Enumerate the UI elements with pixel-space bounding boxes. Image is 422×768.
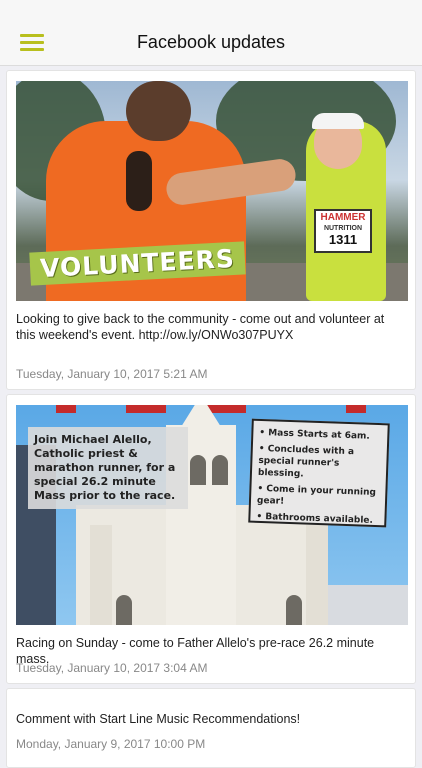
post-date: Tuesday, January 10, 2017 3:04 AM	[16, 661, 208, 675]
post-card[interactable]: Comment with Start Line Music Recommenda…	[6, 688, 416, 768]
post-text: Comment with Start Line Music Recommenda…	[16, 712, 301, 726]
post-card[interactable]: HAMMER NUTRITION 1311 VOLUNTEERS Looking…	[6, 70, 416, 390]
race-bib: HAMMER NUTRITION 1311	[314, 209, 372, 253]
post-text: Looking to give back to the community - …	[16, 312, 385, 342]
event-sign-left: Join Michael Alello, Catholic priest & m…	[28, 427, 188, 509]
post-image[interactable]: HAMMER NUTRITION 1311 VOLUNTEERS	[16, 81, 408, 301]
post-date: Tuesday, January 10, 2017 5:21 AM	[16, 367, 208, 381]
post-date: Monday, January 9, 2017 10:00 PM	[16, 737, 206, 751]
event-sign-right: • Mass Starts at 6am. • Concludes with a…	[248, 418, 390, 528]
page-title: Facebook updates	[136, 32, 286, 52]
post-card[interactable]: Join Michael Alello, Catholic priest & m…	[6, 394, 416, 684]
post-image[interactable]: Join Michael Alello, Catholic priest & m…	[16, 405, 408, 625]
app-header: Facebook updates	[0, 0, 422, 66]
